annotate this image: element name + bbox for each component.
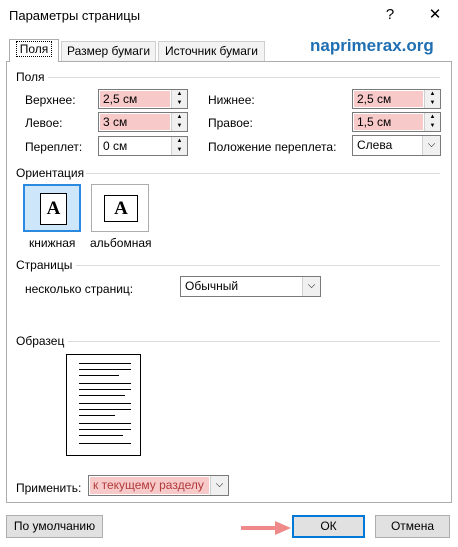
orientation-divider [86,173,440,174]
multiple-pages-value: Обычный [185,279,239,293]
arrow-up-icon[interactable]: ▲ [171,90,187,99]
bottom-margin-spinner[interactable]: 2,5 см ▲ ▼ [352,89,441,109]
top-margin-spinner[interactable]: 2,5 см ▲ ▼ [98,89,188,109]
preview-line [79,389,131,390]
sample-section-title: Образец [16,334,65,348]
top-margin-label: Верхнее: [25,93,76,107]
page-preview [66,354,141,456]
portrait-label: книжная [29,236,76,250]
arrow-down-icon[interactable]: ▼ [171,122,187,131]
tab-paper-size-label: Размер бумаги [66,44,151,58]
chevron-down-icon[interactable]: ⌵ [422,136,440,155]
gutter-position-label: Положение переплета: [208,140,337,154]
gutter-value[interactable]: 0 см [100,138,170,154]
margins-divider [48,77,440,78]
preview-line [79,409,131,410]
multiple-pages-label: несколько страниц: [25,282,134,296]
arrow-down-icon[interactable]: ▼ [171,146,187,155]
preview-line [79,395,125,396]
margins-section-title: Поля [16,70,45,84]
preview-line [79,435,123,436]
preview-line [79,443,131,444]
bottom-margin-value[interactable]: 2,5 см [354,91,423,107]
arrow-down-icon[interactable]: ▼ [424,122,440,131]
preview-line [79,403,131,404]
pages-section-title: Страницы [16,258,73,272]
portrait-page-icon: A [40,193,67,225]
landscape-label: альбомная [90,236,152,250]
right-margin-spinner[interactable]: 1,5 см ▲ ▼ [352,112,441,132]
gutter-label: Переплет: [25,140,83,154]
left-margin-value[interactable]: 3 см [100,114,170,130]
apply-to-label: Применить: [16,481,82,495]
pointer-arrow-icon [241,521,291,535]
arrow-down-icon[interactable]: ▼ [424,99,440,108]
help-button[interactable]: ? [378,4,402,26]
left-margin-spinner[interactable]: 3 см ▲ ▼ [98,112,188,132]
cancel-button[interactable]: Отмена [375,515,450,538]
orientation-section-title: Ориентация [16,166,85,180]
landscape-orientation-button[interactable]: A [91,184,149,232]
preview-line [79,423,131,424]
preview-line [79,429,131,430]
gutter-position-value: Слева [357,138,393,152]
tab-paper-source-label: Источник бумаги [164,44,259,58]
right-margin-label: Правое: [208,116,253,130]
bottom-margin-label: Нижнее: [208,93,255,107]
arrow-up-icon[interactable]: ▲ [424,90,440,99]
preview-line [79,363,131,364]
left-margin-label: Левое: [25,116,63,130]
ok-button[interactable]: ОК [292,515,365,538]
tab-paper-source[interactable]: Источник бумаги [158,41,265,61]
arrow-up-icon[interactable]: ▲ [171,113,187,122]
arrow-up-icon[interactable]: ▲ [171,137,187,146]
portrait-orientation-button[interactable]: A [23,184,81,232]
set-as-default-button[interactable]: По умолчанию [6,515,103,538]
multiple-pages-select[interactable]: Обычный ⌵ [180,276,321,297]
watermark: naprimerax.org [310,36,434,55]
window-title: Параметры страницы [9,8,141,23]
gutter-position-select[interactable]: Слева ⌵ [352,135,441,156]
gutter-spinner[interactable]: 0 см ▲ ▼ [98,136,188,156]
preview-line [79,369,131,370]
chevron-down-icon[interactable]: ⌵ [210,476,228,495]
apply-to-select[interactable]: к текущему разделу ⌵ [88,475,229,496]
top-margin-value[interactable]: 2,5 см [100,91,170,107]
arrow-down-icon[interactable]: ▼ [171,99,187,108]
preview-line [79,383,131,384]
sample-divider [68,341,440,342]
arrow-up-icon[interactable]: ▲ [424,113,440,122]
preview-line [79,375,119,376]
tab-margins[interactable]: Поля [9,39,59,62]
landscape-page-icon: A [104,195,138,222]
right-margin-value[interactable]: 1,5 см [354,114,423,130]
close-button[interactable]: ✕ [423,4,447,26]
chevron-down-icon[interactable]: ⌵ [302,277,320,296]
preview-line [79,415,115,416]
apply-to-value: к текущему разделу [90,477,209,494]
pages-divider [76,265,440,266]
tab-margins-label: Поля [15,41,53,57]
tab-paper-size[interactable]: Размер бумаги [61,41,156,61]
